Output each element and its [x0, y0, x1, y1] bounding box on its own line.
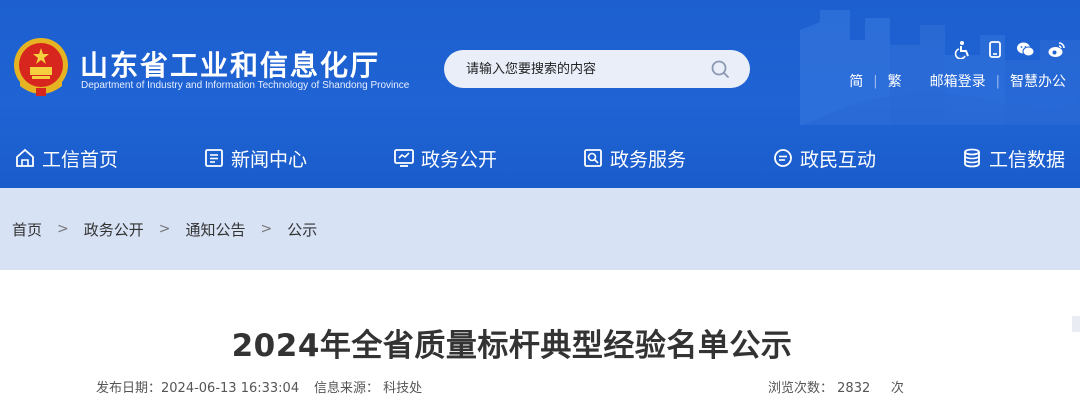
search-icon[interactable]: [710, 59, 730, 79]
traditional-chinese-link[interactable]: 繁: [888, 71, 902, 91]
monitor-icon: [394, 149, 414, 167]
nav-label: 政民互动: [800, 148, 877, 171]
views-value: 2832: [837, 381, 871, 396]
separator: |: [873, 73, 878, 89]
search-input[interactable]: [466, 50, 706, 88]
nav-label: 工信数据: [989, 148, 1066, 171]
chat-icon: [774, 149, 792, 167]
breadcrumb-separator: >: [158, 221, 171, 237]
breadcrumb: 首页 > 政务公开 > 通知公告 > 公示: [12, 188, 317, 270]
breadcrumb-separator: >: [57, 221, 69, 237]
nav-item-gov-affairs[interactable]: 政务公开: [393, 128, 497, 188]
nav-item-home[interactable]: 工信首页: [14, 128, 118, 188]
smart-office-link[interactable]: 智慧办公: [1010, 71, 1066, 91]
source-label: 信息来源：: [314, 381, 380, 396]
mobile-icon[interactable]: [985, 40, 1004, 59]
publish-date: 发布日期：2024-06-13 16:33:04: [96, 377, 299, 396]
view-count: 浏览次数： 2832 次: [768, 377, 904, 396]
site-subtitle: Department of Industry and Information T…: [81, 80, 410, 91]
separator: |: [995, 73, 1000, 89]
breadcrumb-separator: >: [260, 221, 273, 237]
views-unit: 次: [890, 381, 904, 396]
simplified-chinese-link[interactable]: 简: [849, 71, 863, 91]
nav-item-gov-services[interactable]: 政务服务: [582, 128, 686, 188]
mailbox-login-link[interactable]: 邮箱登录: [930, 71, 986, 91]
nav-label: 工信首页: [42, 148, 119, 171]
breadcrumb-home[interactable]: 首页: [12, 219, 42, 240]
news-icon: [205, 149, 223, 167]
breadcrumb-notices[interactable]: 通知公告: [186, 219, 246, 240]
wechat-icon[interactable]: [1016, 40, 1035, 59]
publish-value: 2024-06-13 16:33:04: [161, 381, 300, 396]
weibo-icon[interactable]: [1047, 40, 1066, 59]
search-box[interactable]: [444, 50, 750, 88]
nav-item-data[interactable]: 工信数据: [961, 128, 1065, 188]
main-nav: 工信首页 新闻中心 政务公开 政务服务 政民互动 工信数据: [0, 128, 1080, 188]
nav-item-interaction[interactable]: 政民互动: [772, 128, 876, 188]
national-emblem-icon: [14, 38, 68, 96]
breadcrumb-bar: 首页 > 政务公开 > 通知公告 > 公示: [0, 188, 1080, 270]
service-icon: [584, 149, 602, 167]
utility-icons: [954, 40, 1066, 60]
nav-label: 政务服务: [610, 148, 687, 171]
nav-item-news[interactable]: 新闻中心: [203, 128, 307, 188]
utility-links: 简 | 繁 邮箱登录 | 智慧办公: [849, 71, 1066, 91]
edge-marker: [1072, 316, 1080, 332]
database-icon: [964, 148, 980, 168]
home-icon: [16, 148, 34, 167]
site-title: 山东省工业和信息化厅: [80, 49, 381, 82]
site-header: 山东省工业和信息化厅 Department of Industry and In…: [0, 0, 1080, 188]
publish-label: 发布日期：: [96, 381, 162, 396]
breadcrumb-current[interactable]: 公示: [287, 219, 317, 240]
nav-label: 政务公开: [421, 148, 498, 171]
info-source: 信息来源： 科技处: [314, 377, 422, 396]
breadcrumb-gov-affairs[interactable]: 政务公开: [84, 219, 144, 240]
accessibility-icon[interactable]: [954, 40, 973, 60]
source-value: 科技处: [383, 381, 423, 396]
article-title: 2024年全省质量标杆典型经验名单公示: [231, 328, 793, 364]
nav-label: 新闻中心: [231, 148, 308, 171]
views-label: 浏览次数：: [768, 381, 834, 396]
